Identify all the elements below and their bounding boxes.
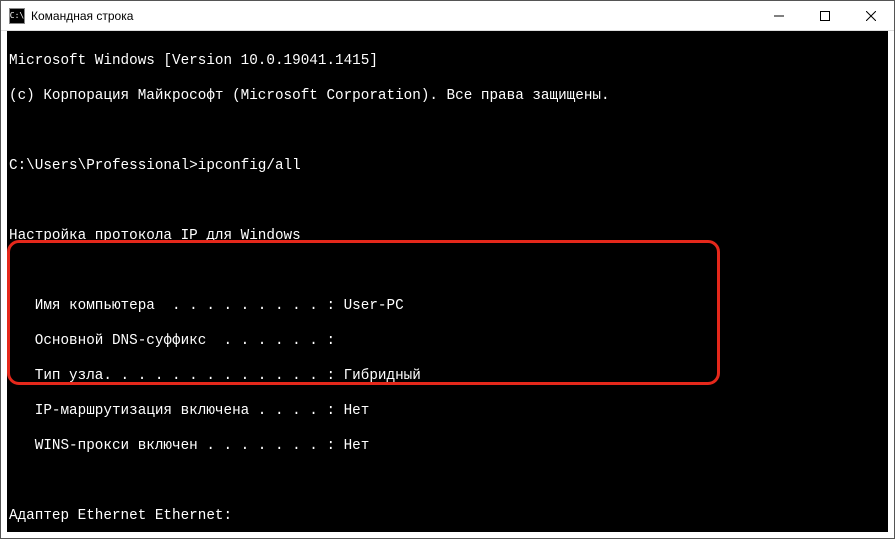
- console-output[interactable]: Microsoft Windows [Version 10.0.19041.14…: [1, 31, 894, 538]
- output-line: Адаптер Ethernet Ethernet:: [9, 508, 886, 526]
- close-button[interactable]: [848, 1, 894, 31]
- close-icon: [866, 11, 876, 21]
- minimize-button[interactable]: [756, 1, 802, 31]
- output-line: Настройка протокола IP для Windows: [9, 228, 886, 246]
- output-line: IP-маршрутизация включена . . . . : Нет: [9, 403, 886, 421]
- output-line: Основной DNS-суффикс . . . . . . :: [9, 333, 886, 351]
- output-line: (c) Корпорация Майкрософт (Microsoft Cor…: [9, 88, 886, 106]
- output-line: [9, 263, 886, 281]
- prompt-line: C:\Users\Professional>ipconfig/all: [9, 158, 886, 176]
- window-title: Командная строка: [31, 9, 133, 23]
- output-line: [9, 193, 886, 211]
- output-line: Microsoft Windows [Version 10.0.19041.14…: [9, 53, 886, 71]
- cmd-icon: C:\: [9, 8, 25, 24]
- maximize-icon: [820, 11, 830, 21]
- output-line: WINS-прокси включен . . . . . . . : Нет: [9, 438, 886, 456]
- output-line: Тип узла. . . . . . . . . . . . . : Гибр…: [9, 368, 886, 386]
- maximize-button[interactable]: [802, 1, 848, 31]
- titlebar[interactable]: C:\ Командная строка: [1, 1, 894, 31]
- output-line: [9, 123, 886, 141]
- cmd-window: C:\ Командная строка Microsoft Windows […: [0, 0, 895, 539]
- minimize-icon: [774, 11, 784, 21]
- output-line: [9, 473, 886, 491]
- output-line: Имя компьютера . . . . . . . . . : User-…: [9, 298, 886, 316]
